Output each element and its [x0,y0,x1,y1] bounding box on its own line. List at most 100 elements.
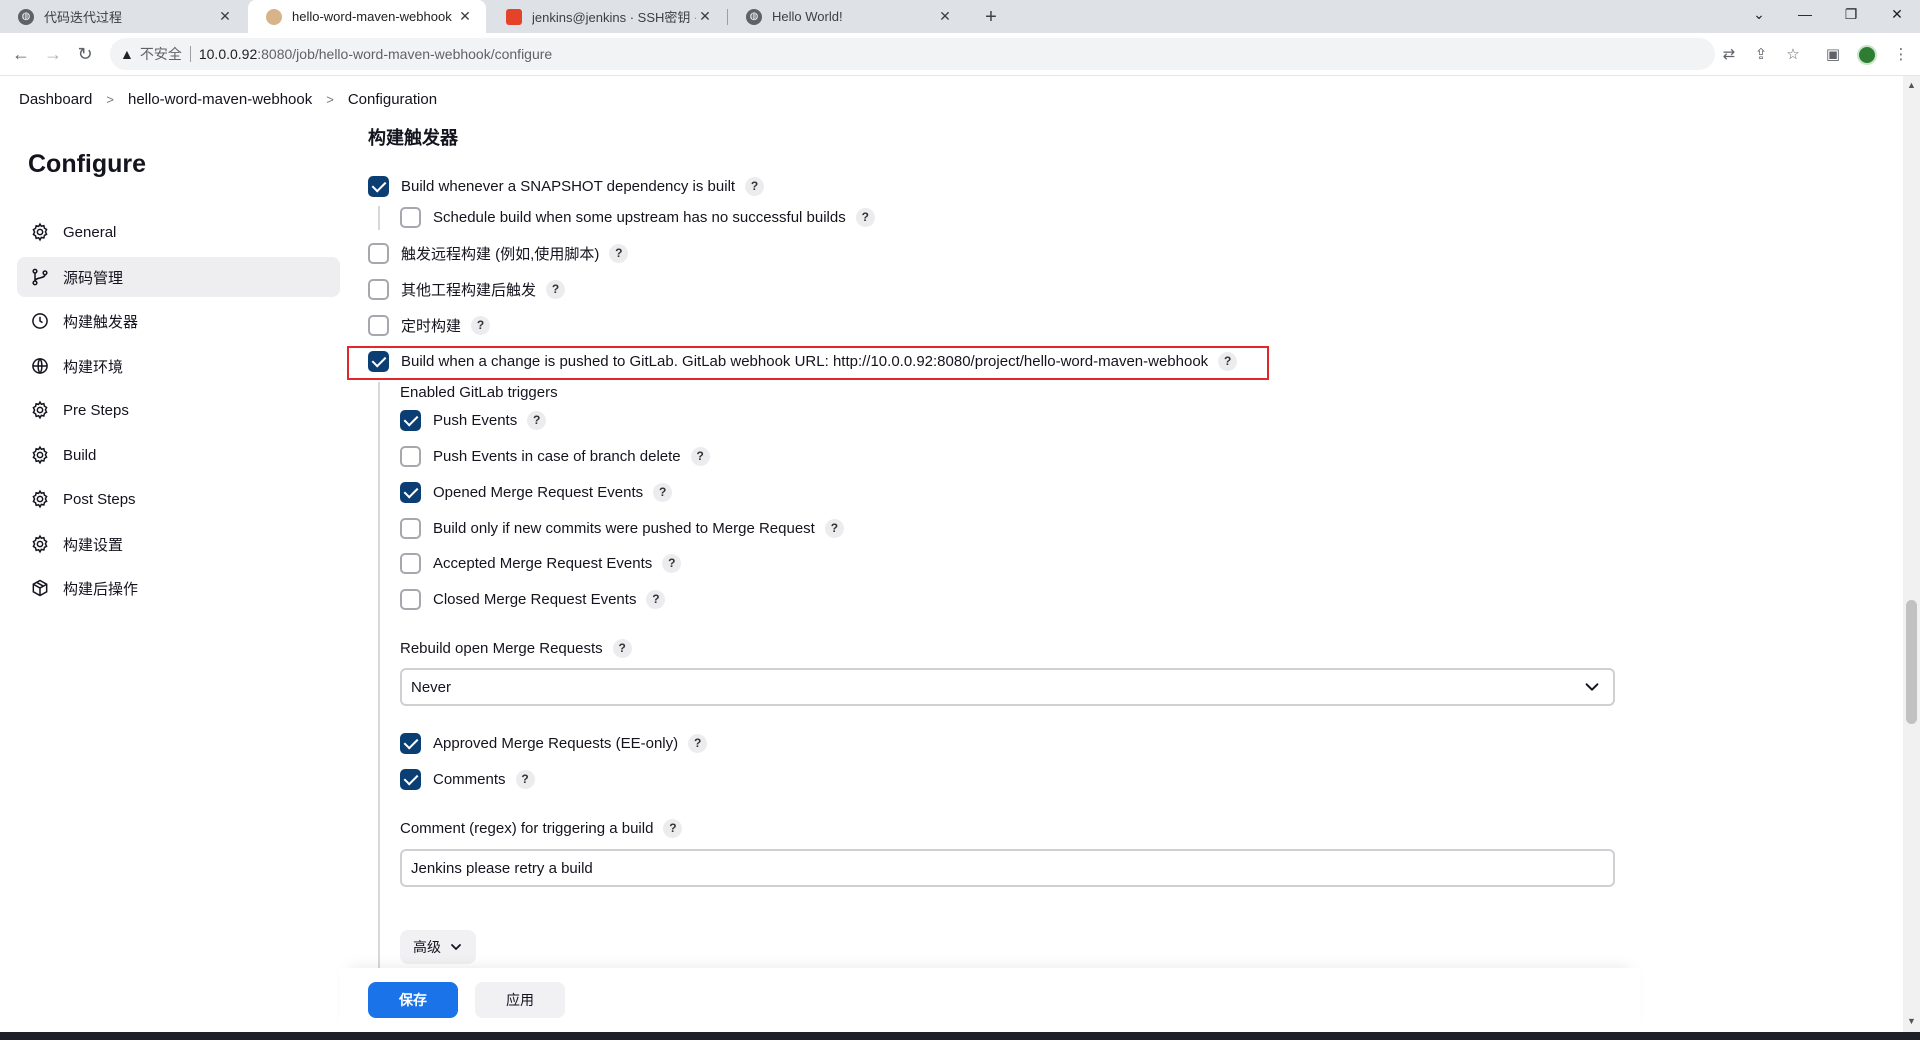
gear-icon [29,221,51,243]
comment-regex-input[interactable] [400,849,1615,887]
forward-icon[interactable]: → [40,41,66,67]
close-icon[interactable]: ✕ [456,8,474,25]
sidebar-item-label: Post Steps [63,490,136,508]
help-icon[interactable]: ? [690,447,710,466]
sidebar-item-scm[interactable]: 源码管理 [17,257,340,297]
scrollbar-track[interactable] [1903,76,1920,1032]
sidebar-item-label: Pre Steps [63,401,129,419]
sidebar-item-general[interactable]: General [17,212,340,252]
help-icon[interactable]: ? [471,316,491,335]
help-icon[interactable]: ? [546,280,566,299]
upstream-checkbox[interactable] [400,207,421,228]
breadcrumb-configuration[interactable]: Configuration [348,91,437,108]
chevron-right-icon: > [106,91,114,107]
help-icon[interactable]: ? [855,208,875,227]
branch-icon [29,266,51,288]
help-icon[interactable]: ? [663,818,683,838]
remote-trigger-checkbox[interactable] [368,243,389,264]
help-icon[interactable]: ? [1218,352,1238,371]
help-icon[interactable]: ? [745,177,765,196]
tab-search-icon[interactable]: ⌄ [1736,0,1782,30]
after-other-checkbox[interactable] [368,279,389,300]
help-icon[interactable]: ? [653,483,673,502]
close-icon[interactable]: ✕ [936,8,954,25]
menu-icon[interactable]: ⋮ [1890,44,1912,66]
reload-icon[interactable]: ↻ [72,41,98,67]
warning-icon[interactable]: ▲ [120,46,134,62]
browser-tab[interactable]: jenkins@jenkins · SSH密钥 · 用 ✕ [488,0,726,33]
nested-indent-line [378,206,380,230]
chevron-down-icon [1585,683,1599,691]
help-icon[interactable]: ? [609,244,629,263]
comments-checkbox[interactable] [400,769,421,790]
push-events-checkbox[interactable] [400,410,421,431]
new-tab-button[interactable]: + [978,4,1004,30]
save-button[interactable]: 保存 [368,982,458,1018]
help-icon[interactable]: ? [527,411,547,430]
rebuild-mr-label-row: Rebuild open Merge Requests ? [400,638,632,658]
sidebar-item-pre-steps[interactable]: Pre Steps [17,390,340,430]
timer-checkbox[interactable] [368,315,389,336]
push-branch-delete-checkbox[interactable] [400,446,421,467]
accepted-mr-checkbox[interactable] [400,553,421,574]
tab-title: Hello World! [772,9,843,24]
minimize-button[interactable]: — [1782,0,1828,30]
nested-indent-line [378,382,380,972]
checkbox-label: Push Events [433,412,518,429]
snapshot-checkbox[interactable] [368,176,389,197]
close-icon[interactable]: ✕ [216,8,234,25]
share-icon[interactable]: ⇪ [1750,44,1772,66]
translate-icon[interactable]: ⇄ [1718,44,1740,66]
breadcrumb-job[interactable]: hello-word-maven-webhook [128,91,312,108]
gitlab-icon [506,8,522,25]
advanced-button[interactable]: 高级 [400,930,476,964]
apply-button[interactable]: 应用 [475,982,565,1018]
sidebar-item-post-build[interactable]: 构建后操作 [17,568,340,608]
scrollbar-thumb[interactable] [1906,600,1917,724]
breadcrumb-dashboard[interactable]: Dashboard [19,91,92,108]
browser-tab-active[interactable]: hello-word-maven-webhook C ✕ [248,0,486,33]
browser-tab[interactable]: ◍ Hello World! ✕ [728,0,966,33]
new-commits-mr-checkbox[interactable] [400,518,421,539]
checkbox-label: Opened Merge Request Events [433,484,644,501]
sidebar-item-triggers[interactable]: 构建触发器 [17,301,340,341]
rebuild-mr-select[interactable]: Never [400,668,1615,706]
restore-button[interactable]: ❐ [1828,0,1874,30]
help-icon[interactable]: ? [515,770,535,789]
closed-mr-checkbox[interactable] [400,589,421,610]
approved-mr-checkbox[interactable] [400,733,421,754]
os-taskbar [0,1032,1920,1040]
address-bar[interactable]: ▲ 不安全 10.0.0.92:8080/job/hello-word-mave… [110,38,1715,70]
gitlab-trigger-checkbox[interactable] [368,351,389,372]
breadcrumb: Dashboard > hello-word-maven-webhook > C… [0,76,1900,122]
gitlab-opened-mr: Opened Merge Request Events ? [400,482,673,503]
back-icon[interactable]: ← [8,41,34,67]
scroll-down-icon[interactable]: ▼ [1905,1016,1918,1028]
checkbox-label: Build whenever a SNAPSHOT dependency is … [401,178,736,195]
help-icon[interactable]: ? [824,519,844,538]
sidebar-item-environment[interactable]: 构建环境 [17,346,340,386]
sidebar-item-build[interactable]: Build [17,435,340,475]
enabled-triggers-label: Enabled GitLab triggers [400,383,558,401]
opened-mr-checkbox[interactable] [400,482,421,503]
browser-tab[interactable]: ◍ 代码迭代过程 ✕ [0,0,246,33]
help-icon[interactable]: ? [612,638,632,658]
sidebar-item-label: 构建触发器 [63,313,139,331]
help-icon[interactable]: ? [662,554,682,573]
checkbox-label: Build when a change is pushed to GitLab.… [401,353,1209,370]
bookmark-star-icon[interactable]: ☆ [1782,44,1804,66]
close-window-button[interactable]: ✕ [1874,0,1920,30]
checkbox-label: Push Events in case of branch delete [433,448,681,465]
sidebar-item-build-settings[interactable]: 构建设置 [17,524,340,564]
scroll-up-icon[interactable]: ▲ [1905,80,1918,92]
avatar[interactable] [1857,45,1877,65]
checkbox-label: Closed Merge Request Events [433,591,637,608]
gitlab-closed-mr: Closed Merge Request Events ? [400,589,666,610]
side-panel-icon[interactable]: ▣ [1822,44,1844,66]
close-icon[interactable]: ✕ [696,8,714,25]
sidebar-item-post-steps[interactable]: Post Steps [17,479,340,519]
help-icon[interactable]: ? [688,734,708,753]
sidebar-item-label: 构建后操作 [63,580,139,598]
divider [189,46,191,62]
help-icon[interactable]: ? [646,590,666,609]
